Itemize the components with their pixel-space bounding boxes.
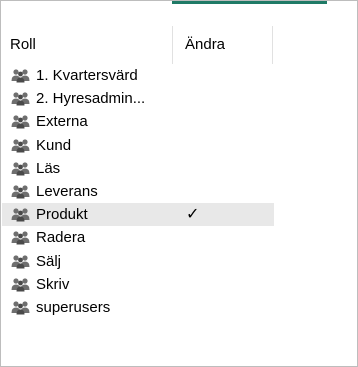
role-list: 1. Kvartersvärd 2. Hyresadmin... Externa… [2,64,355,319]
role-label: 2. Hyresadmin... [36,90,146,108]
group-icon [11,254,31,269]
group-icon [11,300,31,315]
list-item-selected[interactable]: Produkt ✓ [2,203,274,227]
role-label: Skriv [36,275,70,293]
group-icon [11,161,31,176]
role-label: Externa [36,113,88,131]
group-icon [11,114,31,129]
column-header-andra[interactable]: Ändra [173,26,273,64]
list-item[interactable]: Externa [2,110,355,133]
list-item[interactable]: Läs [2,157,355,180]
group-icon [11,184,31,199]
role-label: Läs [36,159,61,177]
list-item[interactable]: 2. Hyresadmin... [2,87,355,110]
group-icon [11,277,31,292]
role-label: Produkt [36,206,88,224]
list-item[interactable]: 1. Kvartersvärd [2,64,355,87]
list-item[interactable]: Leverans [2,180,355,203]
role-label: Kund [36,136,72,154]
role-label: Leverans [36,183,98,201]
group-icon [11,91,31,106]
role-label: Radera [36,229,86,247]
group-icon [11,207,31,222]
list-item[interactable]: Radera [2,226,355,249]
list-item[interactable]: Skriv [2,273,355,296]
list-item[interactable]: superusers [2,296,355,319]
group-icon [11,138,31,153]
list-item[interactable]: Sälj [2,250,355,273]
role-label: 1. Kvartersvärd [36,67,138,85]
group-icon [11,230,31,245]
tab-accent-bar [172,1,327,4]
column-header-roll[interactable]: Roll [1,26,173,64]
role-label: Sälj [36,252,62,270]
role-label: superusers [36,298,111,316]
checkmark-icon[interactable]: ✓ [186,203,199,226]
list-item[interactable]: Kund [2,134,355,157]
list-header: Roll Ändra [0,26,358,64]
group-icon [11,68,31,83]
